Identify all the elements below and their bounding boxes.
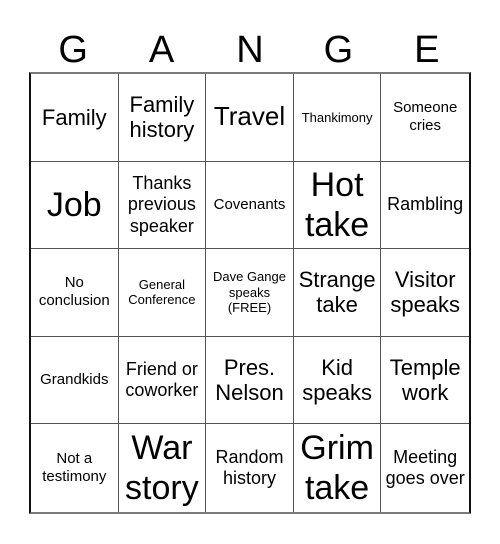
bingo-cell[interactable]: Grim take: [294, 424, 382, 512]
cell-label: No conclusion: [38, 274, 110, 310]
bingo-cell[interactable]: Kid speaks: [293, 336, 382, 425]
bingo-cell[interactable]: Family: [31, 74, 119, 162]
bingo-cell[interactable]: War story: [119, 424, 207, 512]
bingo-cell[interactable]: Covenants: [206, 161, 294, 250]
bingo-cell[interactable]: Rambling: [381, 162, 469, 250]
bingo-cell[interactable]: Meeting goes over: [381, 424, 469, 512]
cell-label: Thanks previous speaker: [127, 172, 196, 236]
bingo-cell[interactable]: Not a testimony: [31, 424, 119, 512]
bingo-header: G A N G E: [29, 28, 471, 72]
header-letter: A: [148, 29, 175, 71]
cell-label: Dave Gange speaks (FREE): [212, 268, 286, 316]
cell-label: Family: [41, 104, 107, 130]
cell-label: Rambling: [387, 194, 464, 215]
cell-label: Job: [46, 185, 102, 224]
cell-label: Meeting goes over: [385, 446, 465, 489]
cell-label: Strange take: [298, 267, 376, 318]
bingo-cell[interactable]: No conclusion: [31, 249, 119, 337]
cell-label: Kid speaks: [302, 354, 372, 406]
free-space-cell[interactable]: Dave Gange speaks (FREE): [206, 249, 294, 337]
bingo-cell[interactable]: Temple work: [381, 337, 469, 425]
cell-label: Travel: [213, 101, 286, 132]
bingo-cell[interactable]: Job: [31, 161, 119, 250]
cell-label: General Conference: [128, 276, 196, 308]
cell-label: Thankimony: [301, 109, 373, 125]
header-letter: N: [236, 29, 264, 71]
cell-label: Not a testimony: [42, 450, 107, 486]
bingo-cell[interactable]: Pres. Nelson: [206, 336, 294, 425]
header-letter: G: [323, 29, 354, 71]
bingo-cell[interactable]: Hot take: [293, 161, 382, 250]
cell-label: Someone cries: [393, 99, 458, 135]
cell-label: War story: [125, 429, 199, 508]
cell-label: Random history: [215, 446, 284, 489]
cell-label: Grim take: [300, 429, 374, 508]
bingo-cell[interactable]: Random history: [206, 424, 294, 512]
cell-label: Hot take: [304, 165, 370, 244]
cell-label: Covenants: [213, 195, 286, 213]
bingo-cell[interactable]: Friend or coworker: [118, 336, 207, 425]
bingo-cell[interactable]: Grandkids: [31, 336, 119, 425]
cell-label: Pres. Nelson: [215, 354, 284, 406]
bingo-card-grid: Family Family history Travel Thankimony …: [29, 72, 471, 514]
cell-label: Family history: [129, 92, 195, 143]
bingo-cell[interactable]: Family history: [118, 74, 207, 162]
bingo-cell[interactable]: Thanks previous speaker: [118, 161, 207, 250]
bingo-cell[interactable]: Thankimony: [293, 74, 382, 162]
cell-label: Friend or coworker: [125, 358, 199, 401]
cell-label: Visitor speaks: [390, 267, 461, 318]
bingo-cell[interactable]: Strange take: [293, 249, 382, 337]
bingo-cell[interactable]: Travel: [206, 74, 294, 162]
header-letter: E: [414, 29, 440, 71]
cell-label: Temple work: [389, 354, 461, 406]
header-letter: G: [58, 29, 88, 71]
bingo-cell[interactable]: General Conference: [118, 249, 207, 337]
bingo-cell[interactable]: Visitor speaks: [381, 249, 469, 337]
bingo-cell[interactable]: Someone cries: [381, 74, 469, 162]
cell-label: Grandkids: [40, 371, 109, 389]
